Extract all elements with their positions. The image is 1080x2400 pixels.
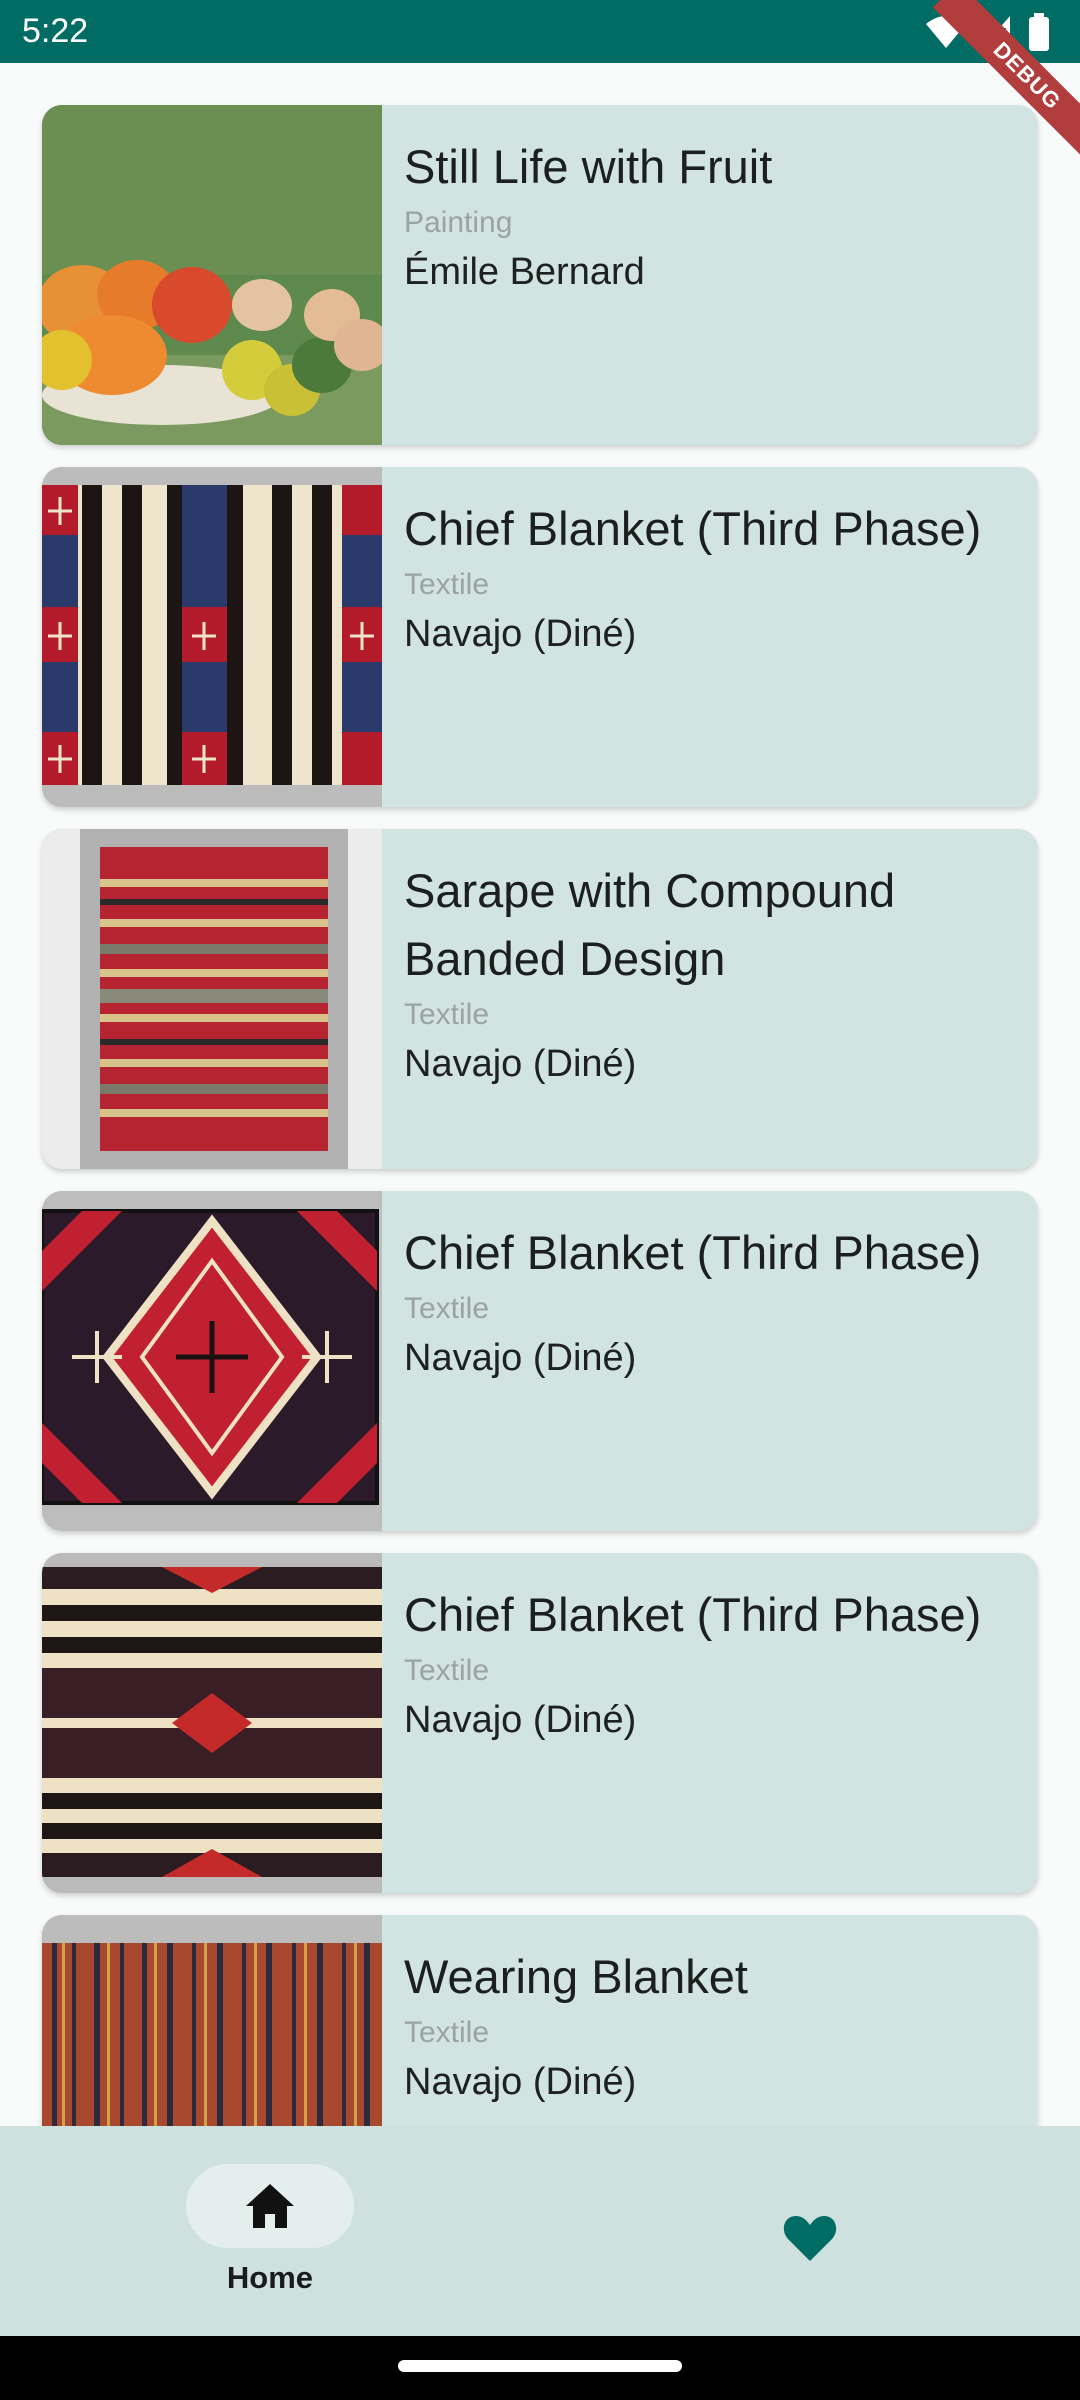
artwork-artist: Navajo (Diné)	[404, 1043, 637, 1085]
artwork-thumbnail	[42, 829, 382, 1169]
home-icon	[246, 2184, 294, 2228]
artwork-artist: Navajo (Diné)	[404, 2061, 637, 2103]
nav-home-indicator	[186, 2164, 354, 2248]
artwork-category: Textile	[404, 1292, 490, 1325]
vertical-stripe-blanket-image	[42, 1915, 382, 2126]
artwork-card[interactable]: Wearing Blanket Textile Navajo (Diné)	[42, 1915, 1038, 2126]
artwork-card[interactable]: Sarape with Compound Banded Design Texti…	[42, 829, 1038, 1169]
artwork-info: Wearing Blanket Textile Navajo (Diné)	[404, 1943, 1018, 2109]
still-life-painting-image	[42, 105, 382, 445]
artwork-card[interactable]: Chief Blanket (Third Phase) Textile Nava…	[42, 1191, 1038, 1531]
artwork-category: Painting	[404, 206, 513, 239]
heart-icon	[783, 2216, 837, 2261]
artwork-card[interactable]: Still Life with Fruit Painting Émile Ber…	[42, 105, 1038, 445]
system-gesture-bar	[0, 2336, 1080, 2400]
status-time: 5:22	[22, 12, 89, 50]
nav-favorites-button[interactable]	[770, 2198, 850, 2278]
artwork-thumbnail	[42, 105, 382, 445]
artwork-info: Chief Blanket (Third Phase) Textile Nava…	[404, 1219, 1018, 1385]
artwork-title: Chief Blanket (Third Phase)	[404, 1588, 982, 1641]
artwork-artist: Émile Bernard	[404, 251, 645, 293]
striped-blanket-image	[42, 467, 382, 807]
nav-home-button[interactable]: Home	[186, 2164, 354, 2334]
diamond-blanket-image	[42, 1191, 382, 1531]
nav-home-label: Home	[226, 2260, 314, 2295]
artwork-card[interactable]: Chief Blanket (Third Phase) Textile Nava…	[42, 467, 1038, 807]
artwork-thumbnail	[42, 1553, 382, 1893]
sarape-image	[42, 829, 382, 1169]
artwork-artist: Navajo (Diné)	[404, 1337, 637, 1379]
artwork-info: Chief Blanket (Third Phase) Textile Nava…	[404, 1581, 1018, 1747]
artwork-category: Textile	[404, 2016, 490, 2049]
artwork-title: Chief Blanket (Third Phase)	[404, 502, 982, 555]
artwork-artist: Navajo (Diné)	[404, 1699, 637, 1741]
artwork-info: Chief Blanket (Third Phase) Textile Nava…	[404, 495, 1018, 661]
artwork-thumbnail	[42, 1191, 382, 1531]
artwork-info: Sarape with Compound Banded Design Texti…	[404, 857, 1018, 1091]
artwork-title: Still Life with Fruit	[404, 140, 773, 193]
artwork-list[interactable]: Still Life with Fruit Painting Émile Ber…	[0, 63, 1080, 2126]
artwork-info: Still Life with Fruit Painting Émile Ber…	[404, 133, 1018, 299]
artwork-title: Wearing Blanket	[404, 1950, 748, 2003]
artwork-thumbnail	[42, 1915, 382, 2126]
artwork-category: Textile	[404, 1654, 490, 1687]
artwork-artist: Navajo (Diné)	[404, 613, 637, 655]
horizontal-stripe-blanket-image	[42, 1553, 382, 1893]
artwork-category: Textile	[404, 998, 490, 1031]
status-bar: 5:22	[0, 0, 1080, 63]
battery-icon	[1029, 13, 1049, 51]
artwork-title: Chief Blanket (Third Phase)	[404, 1226, 982, 1279]
artwork-title: Sarape with Compound Banded Design	[404, 864, 896, 985]
bottom-navigation: Home	[0, 2126, 1080, 2336]
gesture-handle[interactable]	[398, 2360, 682, 2372]
artwork-thumbnail	[42, 467, 382, 807]
artwork-card[interactable]: Chief Blanket (Third Phase) Textile Nava…	[42, 1553, 1038, 1893]
artwork-category: Textile	[404, 568, 490, 601]
